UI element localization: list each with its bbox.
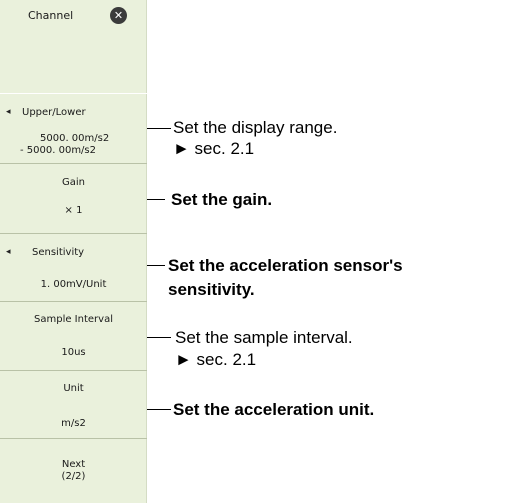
sensitivity-value: 1. 00mV/Unit: [40, 279, 107, 290]
sensitivity-annotation-line1: Set the acceleration sensor's: [168, 256, 403, 275]
sample-interval-softkey[interactable]: Sample Interval 10us: [0, 303, 147, 371]
channel-label: Channel: [28, 9, 74, 22]
sensitivity-softkey[interactable]: ◂ Sensitivity 1. 00mV/Unit: [0, 235, 147, 302]
leader-line-sensitivity: [147, 265, 165, 266]
unit-label: Unit: [63, 383, 84, 394]
sample-interval-label: Sample Interval: [34, 314, 113, 325]
channel-section: Channel ✕: [0, 0, 147, 94]
upper-lower-softkey[interactable]: ◂ Upper/Lower 5000. 00m/s2 - 5000. 00m/s…: [0, 95, 147, 164]
unit-annotation: Set the acceleration unit.: [173, 400, 375, 419]
leader-line-display-range: [147, 128, 171, 129]
gain-value: × 1: [64, 205, 83, 216]
display-range-reference: ► sec. 2.1: [173, 139, 255, 158]
sample-interval-reference: ► sec. 2.1: [175, 350, 257, 369]
sensitivity-annotation-line2: sensitivity.: [168, 280, 255, 299]
upper-value: 5000. 00m/s2: [40, 133, 110, 144]
upper-lower-label: Upper/Lower: [22, 107, 86, 118]
unit-softkey[interactable]: Unit m/s2: [0, 372, 147, 439]
next-softkey[interactable]: Next (2/2): [0, 440, 147, 503]
soft-key-panel: Channel ✕ ◂ Upper/Lower 5000. 00m/s2 - 5…: [0, 0, 147, 503]
lower-value: - 5000. 00m/s2: [20, 145, 97, 156]
left-arrow-icon: ◂: [6, 247, 11, 257]
next-label: Next: [61, 459, 86, 470]
close-icon[interactable]: ✕: [110, 7, 127, 24]
gain-annotation: Set the gain.: [171, 190, 273, 209]
leader-line-sample-interval: [147, 337, 171, 338]
sample-interval-annotation: Set the sample interval.: [175, 328, 353, 347]
gain-label: Gain: [62, 177, 85, 188]
display-range-annotation: Set the display range.: [173, 118, 338, 137]
leader-line-gain: [147, 199, 165, 200]
leader-line-unit: [147, 409, 171, 410]
sample-interval-value: 10us: [61, 347, 86, 358]
gain-softkey[interactable]: Gain × 1: [0, 165, 147, 234]
sensitivity-label: Sensitivity: [32, 247, 85, 258]
left-arrow-icon: ◂: [6, 107, 11, 117]
next-page-indicator: (2/2): [61, 471, 86, 482]
unit-value: m/s2: [61, 418, 86, 429]
